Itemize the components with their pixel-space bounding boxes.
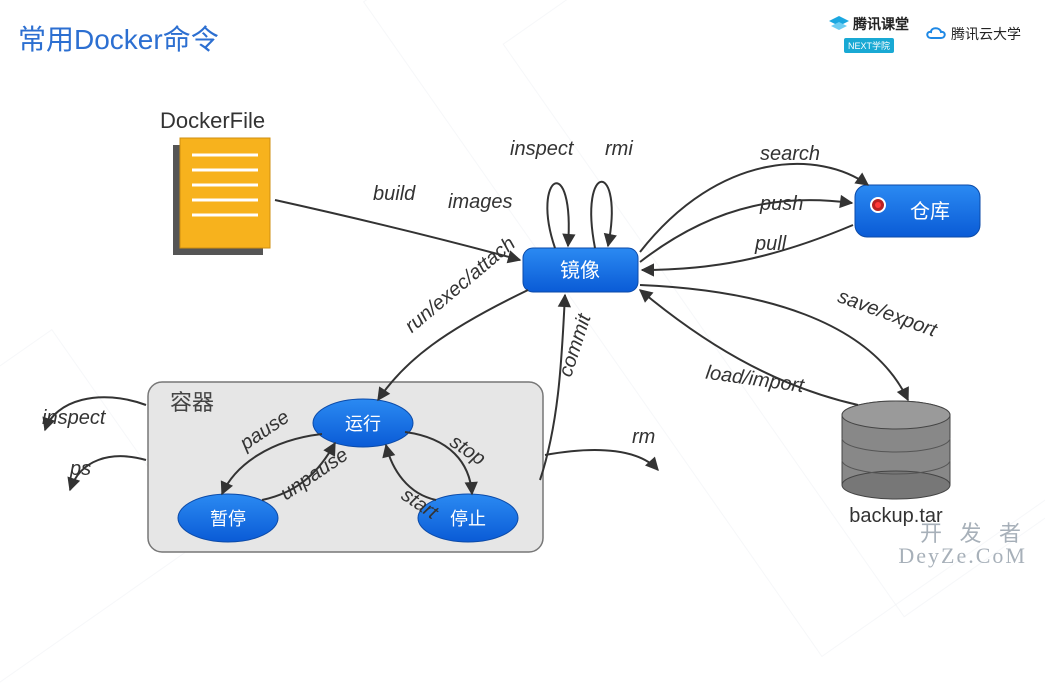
edge-build [275,200,520,260]
container-box: 容器 [148,382,543,552]
dockerfile-node: DockerFile [160,108,270,255]
logos: 腾讯课堂 NEXT学院 腾讯云大学 [829,14,1021,53]
dockerfile-label: DockerFile [160,108,265,133]
watermark-line1: 开 发 者 [898,523,1027,545]
edge-rm [545,450,658,470]
running-node-label: 运行 [345,414,381,434]
logo-tencent-cloud-label: 腾讯云大学 [951,24,1021,44]
stopped-node-label: 停止 [450,509,486,529]
edge-unpause-label: unpause [276,444,352,505]
edge-run [378,290,528,400]
edge-build-label: build [373,183,416,205]
logo-tencent-cloud: 腾讯云大学 [925,24,1021,44]
logo-next-badge: NEXT学院 [844,38,894,53]
watermark-line2: DeyZe.CoM [898,545,1027,567]
edge-pause [222,434,322,494]
logo-tencent-class: 腾讯课堂 NEXT学院 [829,14,909,53]
edge-pause-label: pause [235,406,293,455]
edge-stop [405,432,472,494]
logo-tencent-class-label: 腾讯课堂 [853,14,909,34]
running-node: 运行 [313,399,413,447]
edge-start [386,445,436,500]
container-box-label: 容器 [170,390,214,415]
stopped-node: 停止 [418,494,518,542]
page-title: 常用Docker命令 [18,18,219,58]
edge-start-label: start [397,484,443,525]
edge-rm-label: rm [632,426,655,448]
edge-stop-label: stop [446,431,490,470]
edge-unpause [262,443,335,500]
watermark: 开 发 者 DeyZe.CoM [898,523,1027,567]
edge-run-label: run/exec/attach [401,233,520,338]
paused-node-label: 暂停 [210,509,246,529]
edge-commit [540,295,565,480]
